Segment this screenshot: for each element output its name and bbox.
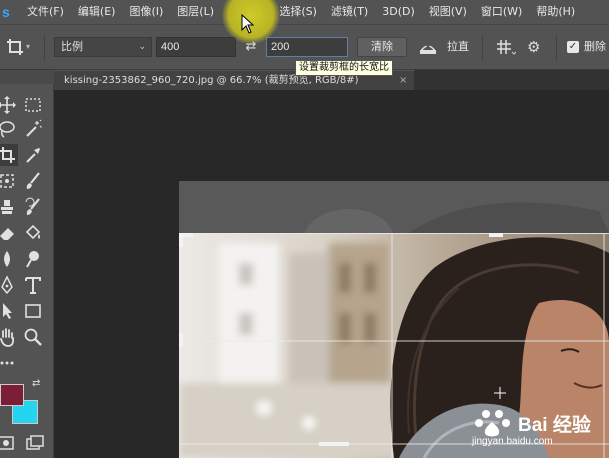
healing-icon[interactable] — [0, 170, 18, 192]
dodge-icon[interactable] — [22, 248, 44, 270]
swap-colors-icon[interactable]: ⇄ — [32, 378, 40, 389]
menu-image[interactable]: 图像(I) — [122, 0, 170, 24]
ratio-select-value: 比例 — [61, 40, 83, 53]
paint-bucket-icon[interactable] — [22, 222, 44, 244]
quick-mask-icon[interactable] — [0, 432, 18, 454]
ratio-tooltip: 设置裁剪框的长宽比 — [295, 60, 393, 76]
chevron-down-icon: ⌄ — [138, 42, 146, 52]
crop-shield — [179, 181, 609, 269]
separator — [556, 35, 557, 61]
menu-filter[interactable]: 滤镜(T) — [324, 0, 375, 24]
separator — [482, 35, 483, 61]
crop-icon[interactable] — [0, 144, 18, 166]
menu-edit[interactable]: 编辑(E) — [71, 0, 123, 24]
app-logo: s — [2, 4, 10, 20]
straighten-icon[interactable] — [417, 37, 439, 57]
menu-layer[interactable]: 图层(L) — [170, 0, 221, 24]
tools-panel-header — [0, 70, 54, 84]
menu-3d[interactable]: 3D(D) — [375, 0, 422, 24]
delete-cropped-label[interactable]: 删除 — [584, 37, 606, 57]
swap-icon[interactable]: ⇄ — [242, 37, 260, 57]
height-input[interactable]: 200 — [266, 37, 348, 57]
menu-file[interactable]: 文件(F) — [20, 0, 71, 24]
hand-icon[interactable] — [0, 326, 18, 348]
menu-window[interactable]: 窗口(W) — [474, 0, 529, 24]
brush-icon[interactable] — [22, 170, 44, 192]
marquee-icon[interactable] — [22, 94, 44, 116]
canvas-area[interactable]: Bai 经验 jingyan.baidu.com — [54, 90, 609, 458]
overlay-grid-icon[interactable] — [494, 37, 517, 57]
tools-panel: ⇄ — [0, 70, 54, 458]
separator — [44, 35, 45, 61]
width-input[interactable]: 400 — [156, 37, 236, 57]
move-icon[interactable] — [0, 94, 18, 116]
menu-view[interactable]: 视图(V) — [422, 0, 474, 24]
type-icon[interactable] — [22, 274, 44, 296]
magic-wand-icon[interactable] — [22, 118, 44, 140]
watermark: Bai 经验 jingyan.baidu.com — [472, 406, 609, 456]
menu-help[interactable]: 帮助(H) — [529, 0, 582, 24]
screen-mode-icon[interactable] — [24, 432, 46, 454]
menu-select[interactable]: 选择(S) — [272, 0, 324, 24]
foreground-color-swatch[interactable] — [0, 384, 24, 406]
gear-icon[interactable]: ⚙ — [527, 37, 549, 57]
lasso-icon[interactable] — [0, 118, 18, 140]
more-tools-icon[interactable] — [0, 352, 18, 374]
close-icon[interactable]: × — [399, 71, 407, 90]
clear-button[interactable]: 清除 — [357, 37, 407, 57]
watermark-text: Bai 经验 — [518, 415, 591, 436]
history-brush-icon[interactable] — [22, 196, 44, 218]
menu-bar: s 文件(F) 编辑(E) 图像(I) 图层(L) 文字(Y) 选择(S) 滤镜… — [0, 0, 609, 24]
delete-cropped-checkbox[interactable]: ✓ — [567, 41, 579, 53]
pen-icon[interactable] — [0, 274, 18, 296]
path-select-icon[interactable] — [0, 300, 18, 322]
eraser-icon[interactable] — [0, 222, 18, 244]
ratio-select[interactable]: 比例 ⌄ — [54, 37, 152, 57]
blur-icon[interactable] — [0, 248, 18, 270]
eyedropper-icon[interactable] — [22, 144, 44, 166]
mouse-cursor-icon — [241, 14, 255, 34]
stamp-icon[interactable] — [0, 196, 18, 218]
watermark-url: jingyan.baidu.com — [472, 436, 553, 447]
chevron-down-icon[interactable]: ▾ — [26, 42, 30, 51]
straighten-label[interactable]: 拉直 — [447, 37, 469, 57]
crop-tool-preset-icon[interactable] — [4, 36, 28, 58]
zoom-icon[interactable] — [22, 326, 44, 348]
rectangle-icon[interactable] — [22, 300, 44, 322]
